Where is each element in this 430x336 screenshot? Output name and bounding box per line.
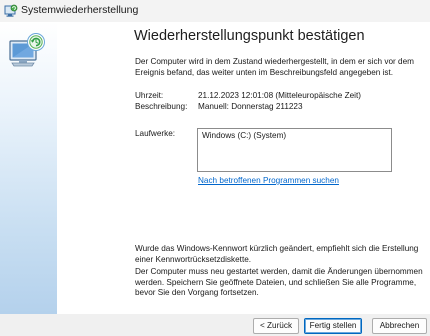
drives-list[interactable]: Windows (C:) (System) [197,128,392,172]
time-value: 21.12.2023 12:01:08 (Mitteleuropäische Z… [198,91,361,100]
system-restore-window: Systemwiederherstellung Wiederherstellun… [0,0,430,336]
list-item[interactable]: Windows (C:) (System) [202,131,286,140]
cancel-button[interactable]: Abbrechen [372,318,427,334]
time-label: Uhrzeit: [135,91,164,100]
description-label: Beschreibung: [135,102,188,111]
finish-button[interactable]: Fertig stellen [304,318,362,334]
system-restore-graphic-icon [7,30,49,72]
window-title: Systemwiederherstellung [21,4,139,16]
main-content: Wiederherstellungspunkt bestätigen Der C… [57,22,430,314]
password-note: Wurde das Windows-Kennwort kürzlich geän… [135,244,419,264]
button-bar [0,314,430,336]
affected-programs-link[interactable]: Nach betroffenen Programmen suchen [198,176,339,185]
description-value: Manuell: Donnerstag 211223 [198,102,303,111]
system-restore-icon [4,4,18,18]
restart-note: Der Computer muss neu gestartet werden, … [135,267,423,297]
page-title: Wiederherstellungspunkt bestätigen [134,28,365,44]
title-bar: Systemwiederherstellung [0,0,430,22]
sidebar [0,22,57,314]
drives-label: Laufwerke: [135,129,176,138]
intro-text: Der Computer wird in dem Zustand wiederh… [135,57,414,77]
back-button[interactable]: < Zurück [253,318,299,334]
